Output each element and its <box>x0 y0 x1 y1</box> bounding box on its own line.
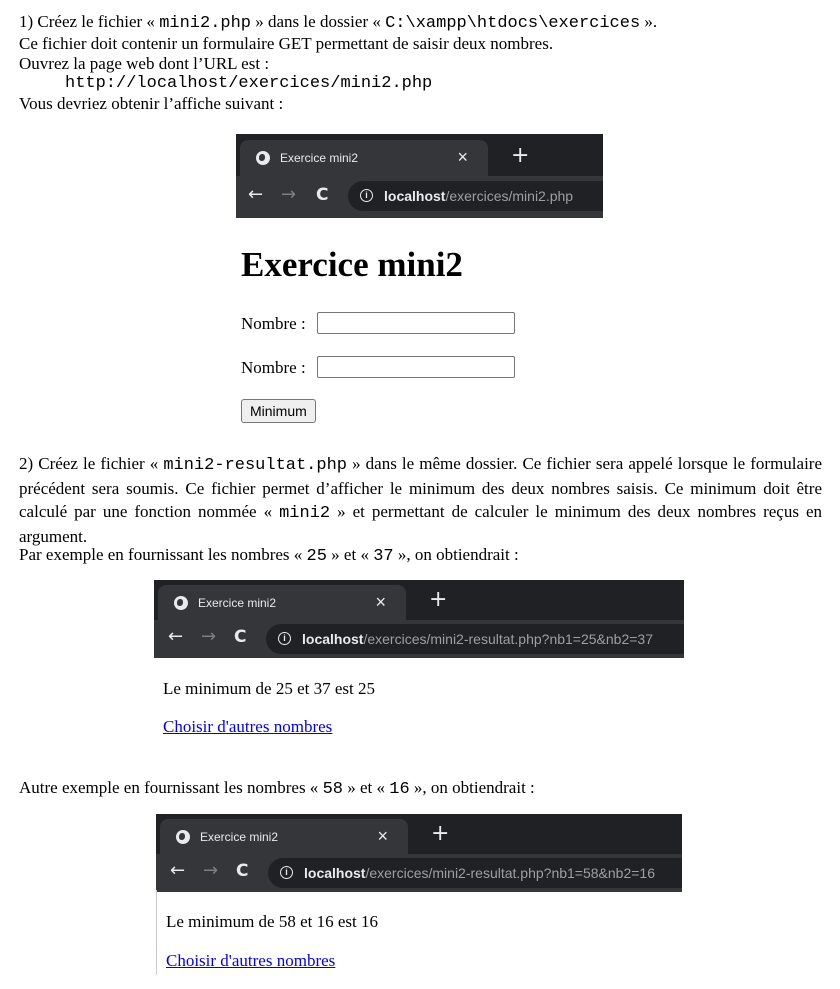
step1-line2: Ce fichier doit contenir un formulaire G… <box>19 34 554 53</box>
back-arrow-icon[interactable]: ← <box>248 182 263 208</box>
forward-arrow-icon[interactable]: → <box>201 624 216 650</box>
minimum-button[interactable]: Minimum <box>241 399 316 423</box>
browser-window-3: Exercice mini2 × + ← → C i localhost/exe… <box>156 814 682 892</box>
reload-icon[interactable]: C <box>236 858 248 884</box>
browser-toolbar: ← → C i localhost/exercices/mini2-result… <box>156 854 682 892</box>
address-url: localhost/exercices/mini2-resultat.php?n… <box>304 865 655 881</box>
nombre-label-2: Nombre : <box>241 358 306 377</box>
globe-icon <box>256 151 270 165</box>
back-arrow-icon[interactable]: ← <box>168 624 183 650</box>
browser-tab[interactable]: Exercice mini2 × <box>160 819 408 855</box>
address-url: localhost/exercices/mini2-resultat.php?n… <box>302 631 653 647</box>
step3-example: Autre exemple en fournissant les nombres… <box>19 778 535 799</box>
tab-title: Exercice mini2 <box>198 596 277 610</box>
other-numbers-link-2[interactable]: Choisir d'autres nombres <box>166 951 335 971</box>
browser-tab[interactable]: Exercice mini2 × <box>158 585 406 621</box>
step1-line4: Vous devriez obtenir l’affiche suivant : <box>19 94 284 113</box>
close-icon[interactable]: × <box>375 592 386 612</box>
info-icon[interactable]: i <box>278 632 291 645</box>
page-heading: Exercice mini2 <box>241 245 463 284</box>
forward-arrow-icon[interactable]: → <box>281 182 296 208</box>
back-arrow-icon[interactable]: ← <box>170 858 185 884</box>
close-icon[interactable]: × <box>457 147 468 167</box>
close-icon[interactable]: × <box>377 826 388 846</box>
browser-window-2: Exercice mini2 × + ← → C i localhost/exe… <box>154 580 684 658</box>
step2-example: Par exemple en fournissant les nombres «… <box>19 545 519 566</box>
tab-title: Exercice mini2 <box>280 151 359 165</box>
nombre-input-1[interactable] <box>317 312 515 334</box>
result-text-1: Le minimum de 25 et 37 est 25 <box>163 679 375 698</box>
browser-toolbar: ← → C i localhost/exercices/mini2.php <box>236 176 603 218</box>
function-name: mini2 <box>279 504 331 523</box>
browser-window-1: Exercice mini2 × + ← → C i localhost/exe… <box>236 134 603 218</box>
new-tab-icon[interactable]: + <box>511 144 529 168</box>
new-tab-icon[interactable]: + <box>429 588 447 612</box>
step1-line3: Ouvrez la page web dont l’URL est : <box>19 54 270 73</box>
reload-icon[interactable]: C <box>234 624 246 650</box>
browser-toolbar: ← → C i localhost/exercices/mini2-result… <box>154 620 684 658</box>
globe-icon <box>176 830 190 844</box>
filename-mini2: mini2.php <box>159 14 252 33</box>
step1-line1: 1) Créez le fichier « mini2.php » dans l… <box>19 12 658 33</box>
nombre-input-2[interactable] <box>317 356 515 378</box>
step2-text: 2) Créez le fichier « mini2-resultat.php… <box>19 454 822 546</box>
address-bar[interactable]: i localhost/exercices/mini2.php <box>348 181 603 211</box>
new-tab-icon[interactable]: + <box>431 822 449 846</box>
screenshot-border <box>156 890 157 975</box>
step1-url: http://localhost/exercices/mini2.php <box>65 74 433 93</box>
info-icon[interactable]: i <box>360 189 373 202</box>
nombre-label-1: Nombre : <box>241 314 306 333</box>
reload-icon[interactable]: C <box>316 182 328 208</box>
result-text-2: Le minimum de 58 et 16 est 16 <box>166 912 378 931</box>
globe-icon <box>174 596 188 610</box>
filename-resultat: mini2-resultat.php <box>163 456 347 475</box>
info-icon[interactable]: i <box>280 866 293 879</box>
address-bar[interactable]: i localhost/exercices/mini2-resultat.php… <box>268 858 682 888</box>
folder-path: C:\xampp\htdocs\exercices <box>385 14 641 33</box>
other-numbers-link-1[interactable]: Choisir d'autres nombres <box>163 717 332 737</box>
forward-arrow-icon[interactable]: → <box>203 858 218 884</box>
browser-tab[interactable]: Exercice mini2 × <box>240 140 488 178</box>
step1-text: 1) Créez le fichier « mini2.php » dans l… <box>19 12 822 114</box>
tab-title: Exercice mini2 <box>200 830 279 844</box>
address-url: localhost/exercices/mini2.php <box>384 188 574 204</box>
address-bar[interactable]: i localhost/exercices/mini2-resultat.php… <box>266 624 684 654</box>
